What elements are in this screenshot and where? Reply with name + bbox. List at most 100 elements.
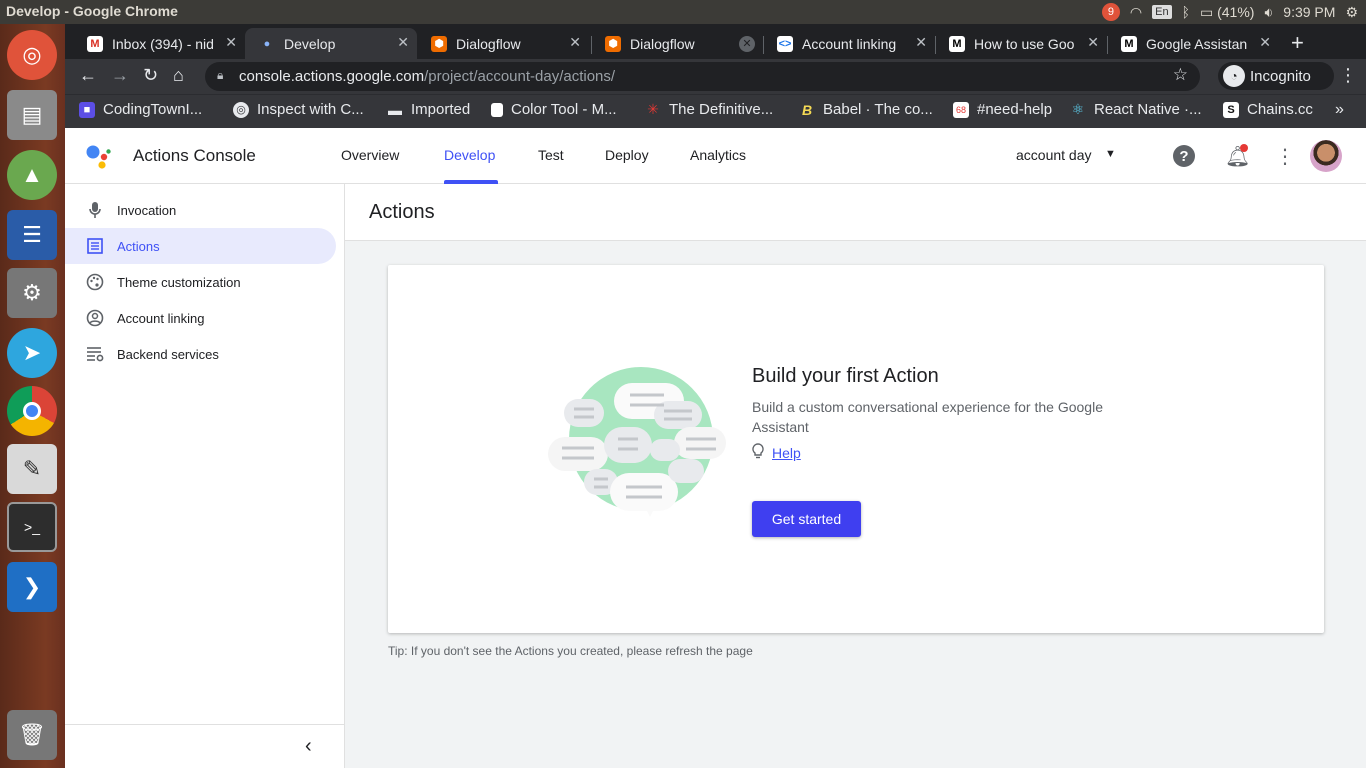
address-bar[interactable]: 🔒︎ console.actions.google.com/project/ac…	[205, 62, 1200, 91]
system-settings-icon[interactable]: ⚙	[7, 268, 57, 318]
close-tab-icon[interactable]: ✕	[739, 36, 755, 52]
chat-bubbles-illustration	[548, 367, 726, 517]
actions-icon: ●	[263, 37, 271, 50]
sidebar-item-label: Invocation	[117, 202, 177, 218]
nav-deploy[interactable]: Deploy	[605, 147, 649, 163]
tab-title: Develop	[284, 35, 336, 52]
sidebar-item-theme[interactable]: Theme customization	[65, 264, 336, 300]
reload-icon[interactable]: ↻	[143, 65, 158, 86]
browser-menu-icon[interactable]: ⋮	[1339, 65, 1357, 86]
close-tab-icon[interactable]: ✕	[225, 34, 237, 51]
battery-percent: (41%)	[1217, 3, 1255, 20]
help-link[interactable]: Help	[752, 443, 801, 462]
tab-dialogflow-1[interactable]: ⬢ Dialogflow ✕	[417, 28, 589, 59]
browser-chrome: M Inbox (394) - nid ✕ ● Develop ✕ ⬢ Dial…	[65, 24, 1366, 128]
help-icon[interactable]: ?	[1173, 145, 1195, 167]
bookmark-item[interactable]: Color Tool - M...	[491, 101, 617, 118]
new-tab-button[interactable]: +	[1291, 30, 1304, 56]
sidebar-item-label: Backend services	[117, 346, 219, 362]
telegram-icon[interactable]: ➤	[7, 328, 57, 378]
back-icon[interactable]: ←	[79, 65, 97, 86]
clock[interactable]: 9:39 PM	[1283, 4, 1335, 20]
battery-indicator[interactable]: ▭ (41%)	[1200, 4, 1254, 21]
bookmark-item[interactable]: ◎ Inspect with C...	[233, 101, 364, 118]
bookmark-label: Color Tool - M...	[511, 101, 617, 118]
close-tab-icon[interactable]: ✕	[569, 34, 581, 51]
os-top-panel: Develop - Google Chrome 9 ◠ En ᛒ ▭ (41%)…	[0, 0, 1366, 24]
close-tab-icon[interactable]: ✕	[1087, 34, 1099, 51]
bookmark-item[interactable]: ■ CodingTownI...	[79, 101, 202, 118]
palette-icon	[85, 273, 105, 291]
lock-icon: 🔒︎	[217, 68, 224, 82]
tab-title: Dialogflow	[456, 35, 521, 52]
bookmark-star-icon[interactable]: ☆	[1173, 65, 1188, 85]
chrome-icon[interactable]	[7, 386, 57, 436]
close-tab-icon[interactable]: ✕	[915, 34, 927, 51]
project-selector[interactable]: account day	[1016, 147, 1092, 163]
url-path: /project/account-day/actions/	[424, 68, 616, 85]
bookmark-item[interactable]: 68 #need-help	[953, 101, 1052, 118]
nav-develop[interactable]: Develop	[444, 147, 495, 163]
battery-icon: ▭	[1199, 3, 1214, 20]
forward-icon[interactable]: →	[111, 65, 129, 86]
home-icon[interactable]: ⌂	[173, 65, 184, 86]
wifi-icon[interactable]: ◠	[1130, 4, 1142, 21]
bookmark-item[interactable]: ⚛ React Native ·...	[1070, 101, 1202, 118]
sidebar-item-actions[interactable]: Actions	[65, 228, 336, 264]
incognito-badge[interactable]: ◔ Incognito	[1218, 62, 1334, 90]
tab-title: Inbox (394) - nid	[112, 35, 214, 52]
gmail-icon: M	[87, 35, 103, 52]
sidebar-item-label: Actions	[117, 238, 160, 254]
close-tab-icon[interactable]: ✕	[1259, 34, 1271, 51]
settings-list-icon	[85, 345, 105, 363]
page-icon	[491, 102, 503, 117]
sidebar-item-label: Theme customization	[117, 274, 241, 290]
bookmark-item[interactable]: ✳ The Definitive...	[645, 101, 773, 118]
bookmark-item[interactable]: ▬ Imported	[387, 101, 470, 118]
bookmark-label: The Definitive...	[669, 101, 774, 118]
chains-icon: S	[1223, 101, 1239, 118]
nav-test[interactable]: Test	[538, 147, 564, 163]
bluetooth-icon[interactable]: ᛒ	[1182, 4, 1190, 20]
keyboard-layout[interactable]: En	[1152, 5, 1172, 19]
tab-develop[interactable]: ● Develop ✕	[245, 28, 417, 59]
volume-icon[interactable]: 🔉︎	[1264, 4, 1273, 21]
nav-overview[interactable]: Overview	[341, 147, 399, 163]
bookmark-item[interactable]: B Babel · The co...	[799, 101, 933, 118]
tab-dialogflow-2[interactable]: ⬢ Dialogflow ✕	[591, 28, 763, 59]
main-content: Actions Build your first Action Build a …	[345, 184, 1366, 768]
libreoffice-writer-icon[interactable]: ☰	[7, 210, 57, 260]
sidebar-item-account-linking[interactable]: Account linking	[65, 300, 336, 336]
files-icon[interactable]: ▤	[7, 90, 57, 140]
trash-icon[interactable]: 🗑︎	[7, 710, 57, 760]
notification-dot	[1240, 144, 1248, 152]
lightbulb-icon	[752, 443, 764, 462]
power-gear-icon[interactable]: ⚙	[1345, 4, 1358, 21]
more-options-icon[interactable]: ⋮	[1275, 144, 1295, 169]
user-avatar[interactable]	[1310, 140, 1342, 172]
vscode-icon[interactable]: ❯	[7, 562, 57, 612]
account-circle-icon	[85, 309, 105, 327]
notification-badge[interactable]: 9	[1101, 3, 1120, 21]
get-started-button[interactable]: Get started	[752, 501, 861, 537]
tab-medium-2[interactable]: M Google Assistan ✕	[1107, 28, 1279, 59]
text-editor-icon[interactable]: ✎	[7, 444, 57, 494]
bookmarks-overflow-icon[interactable]: »	[1335, 101, 1344, 119]
close-tab-icon[interactable]: ✕	[397, 34, 409, 51]
collapse-sidebar-icon[interactable]: ‹	[305, 735, 312, 758]
tab-inbox[interactable]: M Inbox (394) - nid ✕	[73, 28, 245, 59]
ubuntu-launcher: ◎ ▤ ▲ ☰ ⚙ ➤ ✎ >_ ❯ 🗑︎	[0, 24, 65, 768]
tab-medium-1[interactable]: M How to use Goo ✕	[935, 28, 1107, 59]
system-tray: 9 ◠ En ᛒ ▭ (41%) 🔉︎ 9:39 PM ⚙	[1101, 0, 1366, 24]
tab-account-linking[interactable]: <> Account linking ✕	[763, 28, 935, 59]
ubuntu-dash-icon[interactable]: ◎	[7, 30, 57, 80]
sidebar-item-backend-services[interactable]: Backend services	[65, 336, 336, 372]
android-studio-icon[interactable]: ▲	[7, 150, 57, 200]
bookmark-item[interactable]: S Chains.cc	[1223, 101, 1313, 118]
nav-analytics[interactable]: Analytics	[690, 147, 746, 163]
chevron-down-icon[interactable]: ▼	[1105, 148, 1116, 160]
sidebar-item-invocation[interactable]: Invocation	[65, 192, 336, 228]
sidebar-item-label: Account linking	[117, 310, 205, 326]
terminal-icon[interactable]: >_	[7, 502, 57, 552]
bookmarks-bar: ■ CodingTownI... ◎ Inspect with C... ▬ Impo…	[65, 94, 1366, 128]
